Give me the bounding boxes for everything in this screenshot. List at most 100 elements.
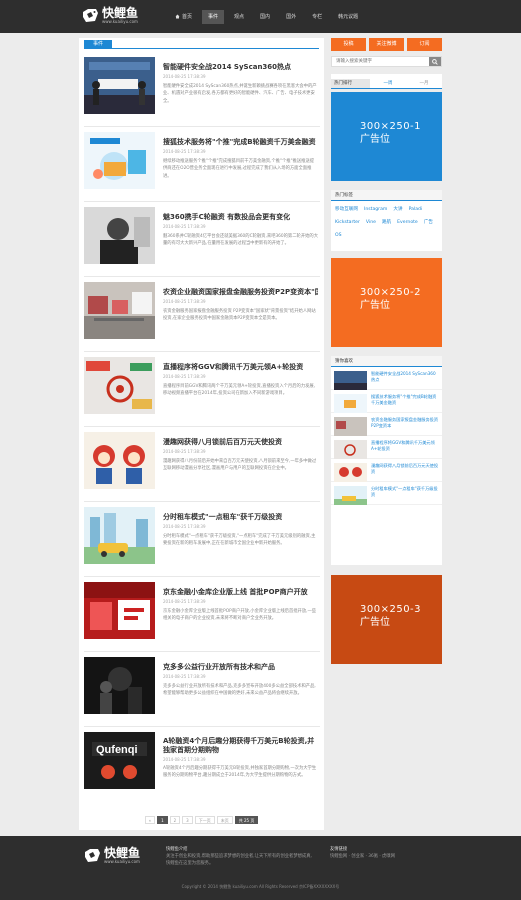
article-item[interactable]: 搜狐技术服务将"个推"完成B轮融资千万美金融资 2014-08-25 17:38…: [84, 127, 320, 202]
page-2[interactable]: 2: [169, 816, 181, 824]
article-date: 2014-08-25 17:38:39: [163, 299, 206, 304]
nav-item-opinion[interactable]: 观点: [228, 10, 250, 24]
svg-text:Qufenqi: Qufenqi: [96, 744, 138, 756]
news-item[interactable]: 搜狐技术服务将"个推"完成B轮融资千万美金融资: [331, 390, 442, 413]
article-item[interactable]: 京东金融小金库企业版上线 首批POP商户开放 2014-08-25 17:38:…: [84, 577, 320, 652]
news-item[interactable]: 直播程序将GGV和腾讯千万美元领A+轮投资: [331, 436, 442, 459]
submit-button[interactable]: 投稿: [331, 38, 366, 51]
footer-about: 快鲤鱼介绍 关注于创业和投资,帮助那些追求梦想的创业者,让天下所有的创业者梦想成…: [166, 847, 312, 866]
search-icon: [432, 58, 438, 65]
article-title[interactable]: 直播程序将GGV和腾讯千万美元领A+轮投资: [163, 362, 318, 372]
article-thumbnail[interactable]: [84, 357, 155, 414]
article-item[interactable]: 农资企业融资国家报盘金融服务投资P2P变资本"国家状"背景 2014-08-25…: [84, 277, 320, 352]
site-logo[interactable]: 快鲤鱼 www.kuailiyu.com: [82, 7, 138, 24]
tag-link[interactable]: Paladi: [409, 205, 423, 215]
page-prev[interactable]: «: [144, 816, 156, 824]
article-title[interactable]: 农资企业融资国家报盘金融服务投资P2P变资本"国家状"背景: [163, 287, 318, 297]
nav-item-domestic[interactable]: 国内: [254, 10, 276, 24]
page-last[interactable]: 末页: [216, 816, 233, 824]
footer-link-list[interactable]: 快鲤鱼网 · 创业家 · 36氪 · 虎嗅网: [330, 853, 440, 860]
tag-link[interactable]: 移动互联网: [335, 205, 358, 215]
article-thumbnail[interactable]: [84, 657, 155, 714]
news-thumbnail: [334, 417, 367, 436]
nav-item-foreign[interactable]: 国外: [280, 10, 302, 24]
site-header: 快鲤鱼 www.kuailiyu.com 首页 事件 观点 国内 国外 专栏 韩…: [0, 0, 521, 33]
news-item[interactable]: 智能硬件安全战2014 SyScan360热点: [331, 367, 442, 390]
recommended-panel: 猜你喜欢 智能硬件安全战2014 SyScan360热点 搜狐技术服务将"个推"…: [331, 356, 442, 565]
article-title[interactable]: 智能硬件安全战2014 SyScan360热点: [163, 62, 318, 72]
page-1[interactable]: 1: [157, 816, 168, 824]
nav-item-home[interactable]: 首页: [169, 10, 198, 24]
tag-link[interactable]: 广告: [424, 218, 433, 228]
article-date: 2014-08-25 17:38:39: [163, 149, 206, 154]
main-nav: 首页 事件 观点 国内 国外 专栏 韩元议题: [169, 10, 368, 24]
news-item[interactable]: 漫趣网获得八月锁前后百万元天使投资: [331, 459, 442, 482]
search-input[interactable]: [332, 57, 429, 66]
news-item[interactable]: 农资金融服务国家报盘金融服务投资P2P变资本: [331, 413, 442, 436]
ad-slot-3[interactable]: 300×250-3 广告位: [331, 575, 442, 664]
article-title[interactable]: 克多多公益行业开放所有技术和产品: [163, 662, 318, 672]
article-thumbnail[interactable]: [84, 432, 155, 489]
article-date: 2014-08-25 17:38:39: [163, 599, 206, 604]
ad-slot-1[interactable]: 300×250-1 广告位: [331, 92, 442, 181]
article-thumbnail[interactable]: [84, 132, 155, 189]
article-title[interactable]: 魅360携手C轮融资 有数投品会更有变化: [163, 212, 318, 222]
article-date: 2014-08-25 17:38:39: [163, 674, 206, 679]
article-date: 2014-08-25 17:38:39: [163, 74, 206, 79]
follow-weibo-button[interactable]: 关注微博: [369, 38, 404, 51]
article-thumbnail[interactable]: Qufenqi: [84, 732, 155, 789]
article-title[interactable]: 京东金融小金库企业版上线 首批POP商户开放: [163, 587, 318, 597]
article-summary: 农资金融服务国家报盘金融服务投资 P2P变资本"国家状"背景投资"结开始人网站投…: [163, 309, 316, 322]
article-item[interactable]: 智能硬件安全战2014 SyScan360热点 2014-08-25 17:38…: [84, 52, 320, 127]
article-title[interactable]: 分时租车模式"一点租车"获千万级投资: [163, 512, 318, 522]
article-item[interactable]: 分时租车模式"一点租车"获千万级投资 2014-08-25 17:38:39 分…: [84, 502, 320, 577]
article-summary: 智能硬件安全成2014 SyScan360热点,并诞生新颖挑战赛各项在黑客大会中…: [163, 84, 317, 104]
article-thumbnail[interactable]: [84, 207, 155, 264]
footer-logo[interactable]: 快鲤鱼 www.kuailiyu.com: [84, 847, 140, 864]
tag-link[interactable]: 路航: [382, 218, 391, 228]
tag-link[interactable]: OS: [335, 231, 342, 241]
tab-week[interactable]: 一周: [370, 79, 406, 88]
subscribe-button[interactable]: 订阅: [407, 38, 442, 51]
tag-link[interactable]: 大讲: [393, 205, 402, 215]
ad-slot-2[interactable]: 300×250-2 广告位: [331, 258, 442, 347]
article-thumbnail[interactable]: [84, 582, 155, 639]
news-thumbnail: [334, 394, 367, 413]
hot-tags-panel: 热门标签 移动互联网 Instagram 大讲 Paladi Kickstart…: [331, 190, 442, 251]
article-thumbnail[interactable]: [84, 57, 155, 114]
tag-link[interactable]: Instagram: [364, 205, 387, 215]
article-thumbnail[interactable]: [84, 507, 155, 564]
article-thumbnail[interactable]: [84, 282, 155, 339]
article-summary: 克多多公益行业开放所有技术和产品,克多多宣布开放400多公益全部技术和产品,希望…: [163, 684, 316, 697]
news-thumbnail: [334, 463, 367, 482]
article-summary: 魅360系并C轮融资4亿平台会还就美据360的C轮融资,来吧360的第二轮开始的…: [163, 234, 318, 247]
article-item[interactable]: 克多多公益行业开放所有技术和产品 2014-08-25 17:38:39 克多多…: [84, 652, 320, 727]
copyright: Copyright © 2014 快鲤鱼 kuailiyu.com All Ri…: [181, 884, 340, 889]
page-next[interactable]: 下一页: [194, 816, 215, 824]
article-date: 2014-08-25 17:38:39: [163, 449, 206, 454]
tab-month[interactable]: 一月: [406, 79, 442, 88]
tag-link[interactable]: Vine: [366, 218, 376, 228]
search-button[interactable]: [429, 57, 441, 66]
article-item[interactable]: 直播程序将GGV和腾讯千万美元领A+轮投资 2014-08-25 17:38:3…: [84, 352, 320, 427]
article-title[interactable]: A轮融资4个月后趣分期获得千万美元B轮投资,并独家首期分期购物: [163, 737, 318, 755]
news-thumbnail: [334, 371, 367, 390]
article-item[interactable]: Qufenqi A轮融资4个月后趣分期获得千万美元B轮投资,并独家首期分期购物 …: [84, 727, 320, 802]
page-total: 共 25 页: [234, 816, 259, 824]
article-item[interactable]: 漫趣网获得八月锁前后百万元天使投资 2014-08-25 17:38:39 漫趣…: [84, 427, 320, 502]
article-summary: A轮融资4个月后趣分期获得千万美元B轮投资,并独家首期分期购物,一次为大学生服务…: [163, 766, 317, 779]
article-title[interactable]: 搜狐技术服务将"个推"完成B轮融资千万美金融资: [163, 137, 318, 147]
article-title[interactable]: 漫趣网获得八月锁前后百万元天使投资: [163, 437, 318, 447]
news-item[interactable]: 分时租车模式"一点租车"获千万级投资: [331, 482, 442, 505]
nav-item-column[interactable]: 专栏: [306, 10, 328, 24]
nav-item-events[interactable]: 事件: [202, 10, 225, 24]
carp-logo-icon: [85, 849, 100, 862]
tab-hot-ranking[interactable]: 热门排行: [331, 79, 370, 88]
pagination: « 1 2 3 下一页 末页 共 25 页: [79, 816, 324, 824]
page-3[interactable]: 3: [182, 816, 193, 824]
tag-link[interactable]: Kickstarter: [335, 218, 360, 228]
nav-item-topics[interactable]: 韩元议题: [332, 10, 364, 24]
article-date: 2014-08-25 17:38:39: [163, 224, 206, 229]
article-item[interactable]: 魅360携手C轮融资 有数投品会更有变化 2014-08-25 17:38:39…: [84, 202, 320, 277]
tag-link[interactable]: Evernote: [397, 218, 418, 228]
